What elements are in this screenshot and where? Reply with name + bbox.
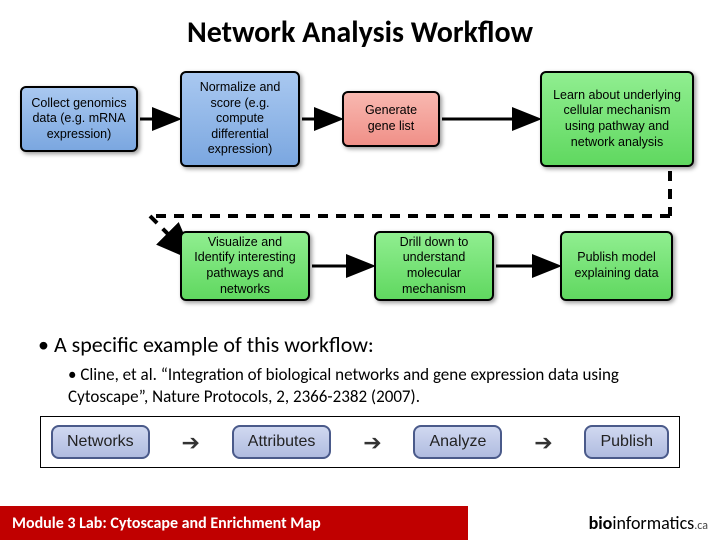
box-learn-mechanism: Learn about underlying cellular mechanis… (540, 71, 694, 167)
bullet-list: • A specific example of this workflow: •… (38, 331, 690, 408)
footer-bar: Module 3 Lab: Cytoscape and Enrichment M… (0, 506, 720, 540)
brand-ca: .ca (694, 519, 708, 533)
arrow-icon: ➔ (363, 429, 381, 456)
workflow-diagram: Collect genomics data (e.g. mRNA express… (20, 61, 700, 321)
brand-informatics: informatics (612, 512, 694, 534)
pipeline-diagram: Networks ➔ Attributes ➔ Analyze ➔ Publis… (40, 416, 680, 468)
box-visualize: Visualize and Identify interesting pathw… (180, 231, 310, 301)
footer-brand: bioinformatics.ca (468, 512, 720, 534)
pipeline-analyze: Analyze (413, 425, 502, 459)
box-generate-list: Generate gene list (342, 91, 440, 147)
pipeline-publish: Publish (584, 425, 668, 459)
brand-bio: bio (589, 512, 613, 534)
box-drill-down: Drill down to understand molecular mecha… (374, 231, 494, 301)
bullet-main: • A specific example of this workflow: (38, 331, 690, 358)
arrow-icon: ➔ (534, 429, 552, 456)
bullet-sub: • Cline, et al. “Integration of biologic… (68, 364, 690, 408)
box-normalize-score: Normalize and score (e.g. compute differ… (180, 71, 300, 167)
page-title: Network Analysis Workflow (0, 0, 720, 61)
bullet-main-text: A specific example of this workflow: (54, 331, 374, 358)
pipeline-attributes: Attributes (232, 425, 332, 459)
box-collect-data: Collect genomics data (e.g. mRNA express… (20, 86, 138, 152)
pipeline-networks: Networks (51, 425, 150, 459)
arrow-icon: ➔ (182, 429, 200, 456)
bullet-sub-text: Cline, et al. “Integration of biological… (68, 364, 619, 407)
footer-module-label: Module 3 Lab: Cytoscape and Enrichment M… (0, 506, 468, 540)
box-publish-model: Publish model explaining data (560, 231, 673, 301)
